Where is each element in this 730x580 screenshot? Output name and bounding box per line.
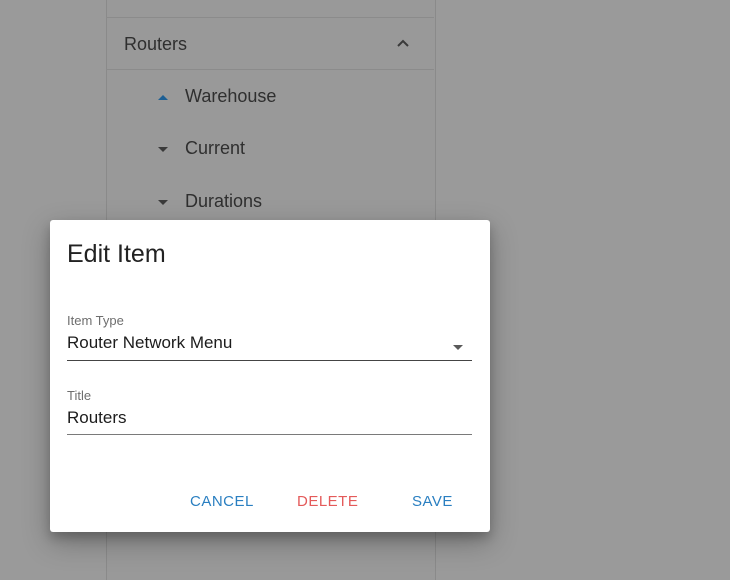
list-item-label: Durations xyxy=(185,190,263,211)
edit-item-dialog: Edit Item Item Type Router Network Menu … xyxy=(50,220,490,532)
list-item-durations[interactable]: Durations xyxy=(154,188,262,214)
title-label: Title xyxy=(67,388,92,403)
title-input[interactable]: Routers xyxy=(67,408,472,428)
title-field[interactable]: Title Routers xyxy=(67,388,472,438)
dropdown-arrow-icon[interactable] xyxy=(452,339,464,350)
dialog-title: Edit Item xyxy=(67,240,166,268)
delete-button[interactable]: DELETE xyxy=(297,493,358,510)
sort-down-icon xyxy=(154,142,172,154)
list-item-current[interactable]: Current xyxy=(154,135,245,161)
chevron-up-icon[interactable] xyxy=(396,36,410,50)
section-title: Routers xyxy=(124,34,188,54)
page: Routers Warehouse Current Durations Edit… xyxy=(0,0,730,580)
list-item-label: Warehouse xyxy=(185,85,277,106)
list-item-label: Current xyxy=(185,137,246,158)
sort-up-icon xyxy=(154,90,172,102)
item-type-label: Item Type xyxy=(67,313,124,328)
item-type-value[interactable]: Router Network Menu xyxy=(67,333,472,353)
section-header-routers[interactable]: Routers xyxy=(106,18,434,70)
save-button[interactable]: SAVE xyxy=(412,493,453,510)
item-type-select[interactable]: Item Type Router Network Menu xyxy=(67,313,472,363)
cancel-button[interactable]: CANCEL xyxy=(190,493,254,510)
dialog-actions: CANCEL DELETE SAVE xyxy=(50,493,490,513)
item-type-underline xyxy=(67,360,472,361)
title-underline xyxy=(67,434,472,435)
sort-down-icon xyxy=(154,195,172,207)
list-item-warehouse[interactable]: Warehouse xyxy=(154,83,276,109)
